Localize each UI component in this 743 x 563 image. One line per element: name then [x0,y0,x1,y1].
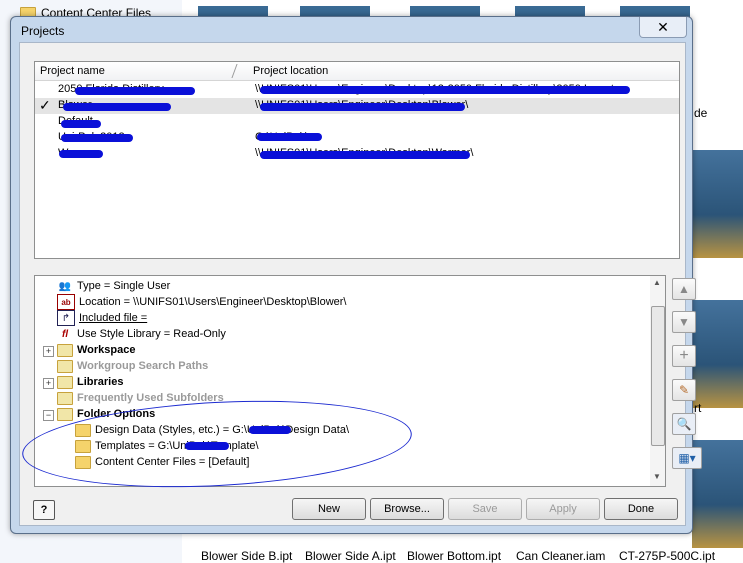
included-file-icon: ↱ [57,310,75,326]
list-header: Project name Project location [35,62,679,81]
project-row[interactable]: ✓ Blower \\UNIFS01\Users\Engineer\Deskto… [35,97,679,114]
tree-item-workgroup-search-paths[interactable]: Workgroup Search Paths [57,358,208,374]
tree-item-type[interactable]: 👥 Type = Single User [57,278,170,294]
file-label[interactable]: Can Cleaner.iam [516,549,605,563]
project-list[interactable]: Project name Project location 2050 Flori… [34,61,680,259]
redaction-mark [61,134,133,142]
type-icon: 👥 [58,280,72,292]
find-path-button[interactable]: 🔍 [672,413,696,435]
redaction-mark [63,103,171,111]
expand-workspace-toggle[interactable]: + [43,346,54,357]
find-icon: 🔍 [676,417,692,431]
expand-libraries-toggle[interactable]: + [43,378,54,389]
file-label[interactable]: Blower Bottom.ipt [407,549,501,563]
add-path-button[interactable]: + [672,345,696,367]
edit-icon: ✎ [678,383,690,397]
tree-item-workspace[interactable]: Workspace [57,342,136,358]
add-icon: + [679,347,689,364]
move-up-button[interactable]: ▲ [672,278,696,300]
move-up-icon: ▲ [678,282,690,296]
libraries-icon [57,375,73,389]
scroll-down-icon[interactable]: ▼ [653,472,661,481]
column-header-project-name[interactable]: Project name [40,65,105,77]
save-button[interactable]: Save [448,498,522,520]
workgroup-icon [57,359,73,373]
close-icon: ✕ [657,18,669,35]
move-down-icon: ▼ [678,315,690,329]
tree-item-included-file[interactable]: ↱ Included file = [57,310,147,326]
new-button[interactable]: New [292,498,366,520]
options-icon: ▦▾ [678,451,696,465]
browse-button[interactable]: Browse... [370,498,444,520]
tree-item-style-library[interactable]: ﬂ Use Style Library = Read-Only [57,326,226,342]
redaction-mark [260,86,630,94]
project-row[interactable]: 2050 Florida Distillery \\UNIFS01\Users\… [35,82,679,98]
edit-path-button[interactable]: ✎ [672,379,696,401]
workspace-icon [57,343,73,357]
column-separator[interactable] [231,64,238,78]
project-row[interactable]: Default [35,114,679,130]
project-row[interactable]: Warmer \\UNIFS01\Users\Engineer\Desktop\… [35,146,679,162]
active-project-check-icon: ✓ [39,97,51,113]
close-button[interactable]: ✕ [639,17,687,38]
scroll-thumb[interactable] [651,306,665,446]
column-header-project-location[interactable]: Project location [253,65,328,77]
tree-item-libraries[interactable]: Libraries [57,374,123,390]
file-label[interactable]: Blower Side A.ipt [305,549,396,563]
redaction-mark [257,133,322,141]
dialog-title: Projects [21,24,65,38]
apply-button[interactable]: Apply [526,498,600,520]
scroll-up-icon[interactable]: ▲ [653,278,661,287]
subfolders-icon [57,391,73,405]
file-label-fragment: de [694,106,708,120]
done-button[interactable]: Done [604,498,678,520]
options-menu-button[interactable]: ▦▾ [672,447,702,469]
redaction-mark [61,120,101,128]
file-thumbnail[interactable] [692,150,743,258]
tree-item-location[interactable]: ab Location = \\UNIFS01\Users\Engineer\D… [57,294,347,310]
redaction-mark [260,151,470,159]
project-row[interactable]: Uni-Pak 2012 G:\UniPak\ [35,130,679,146]
file-label[interactable]: Blower Side B.ipt [201,549,292,563]
redaction-mark [59,150,103,158]
file-thumbnail[interactable] [692,300,743,408]
collapse-folder-options-toggle[interactable]: − [43,410,54,421]
move-down-button[interactable]: ▼ [672,311,696,333]
help-icon: ? [40,504,48,516]
style-library-icon: ﬂ [61,328,69,340]
tree-scrollbar[interactable]: ▲ ▼ [650,275,666,487]
folder-options-icon [57,407,73,421]
file-label[interactable]: CT-275P-500C.ipt [619,549,715,563]
redaction-mark [75,87,195,95]
redaction-mark [260,103,465,111]
location-icon: ab [57,294,75,310]
help-button[interactable]: ? [33,500,55,520]
